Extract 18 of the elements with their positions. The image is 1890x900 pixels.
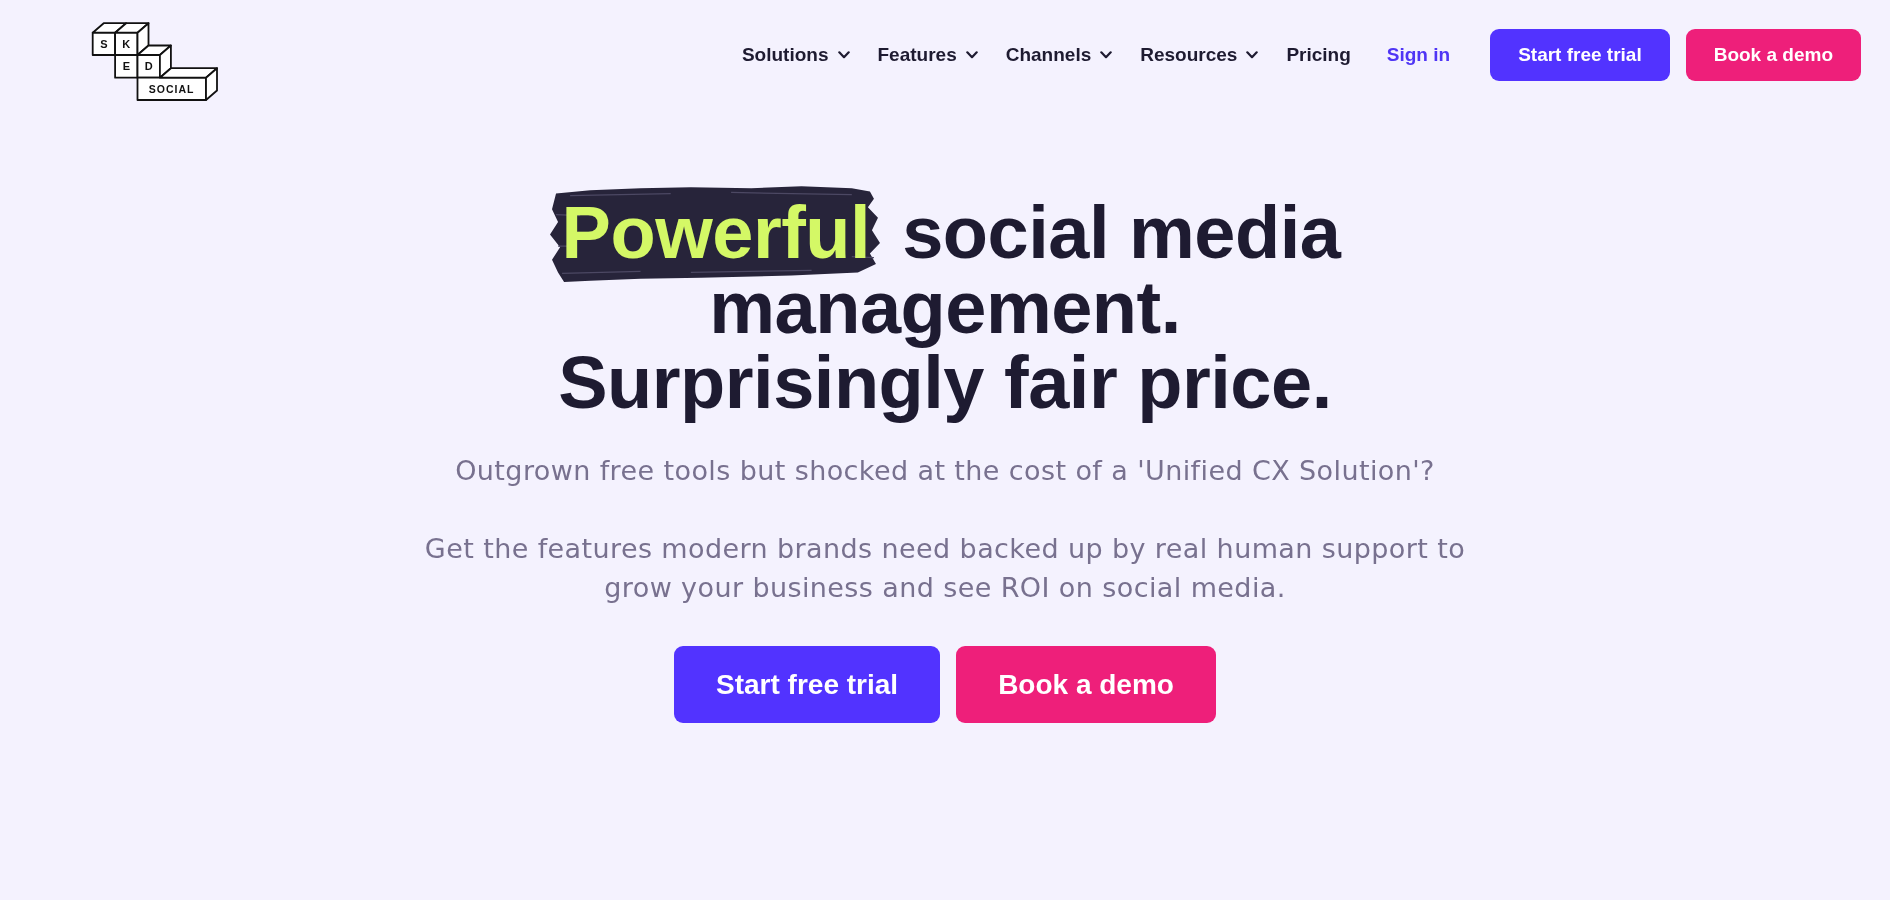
nav-menu-item[interactable]: Solutions: [741, 44, 850, 66]
book-demo-button[interactable]: Book a demo: [956, 646, 1216, 723]
sign-in-link[interactable]: Sign in: [1386, 44, 1451, 66]
headline: Powerful social media management. Surprisingly fair price.: [515, 185, 1375, 426]
start-trial-button[interactable]: Start free trial: [1490, 29, 1670, 81]
chevron-down-icon: [837, 51, 850, 59]
start-trial-button[interactable]: Start free trial: [674, 646, 941, 723]
nav-menu-item[interactable]: Features: [877, 44, 978, 66]
chevron-down-icon: [1100, 51, 1113, 59]
intro-text: Outgrown free tools but shocked at the cost of a 'Unified CX Solution'?: [455, 454, 1435, 488]
book-demo-button[interactable]: Book a demo: [1685, 29, 1861, 81]
chevron-down-icon: [1246, 51, 1259, 59]
nav-link[interactable]: Pricing: [1286, 44, 1351, 66]
chevron-down-icon: [965, 51, 978, 59]
nav-menu-item[interactable]: Channels: [1005, 44, 1113, 66]
nav-menu-item[interactable]: Resources: [1140, 44, 1259, 66]
description-text: Get the features modern brands need backed up by real human support to grow your business and see ROI on social media.: [423, 532, 1467, 605]
logo-block: E: [114, 54, 139, 79]
